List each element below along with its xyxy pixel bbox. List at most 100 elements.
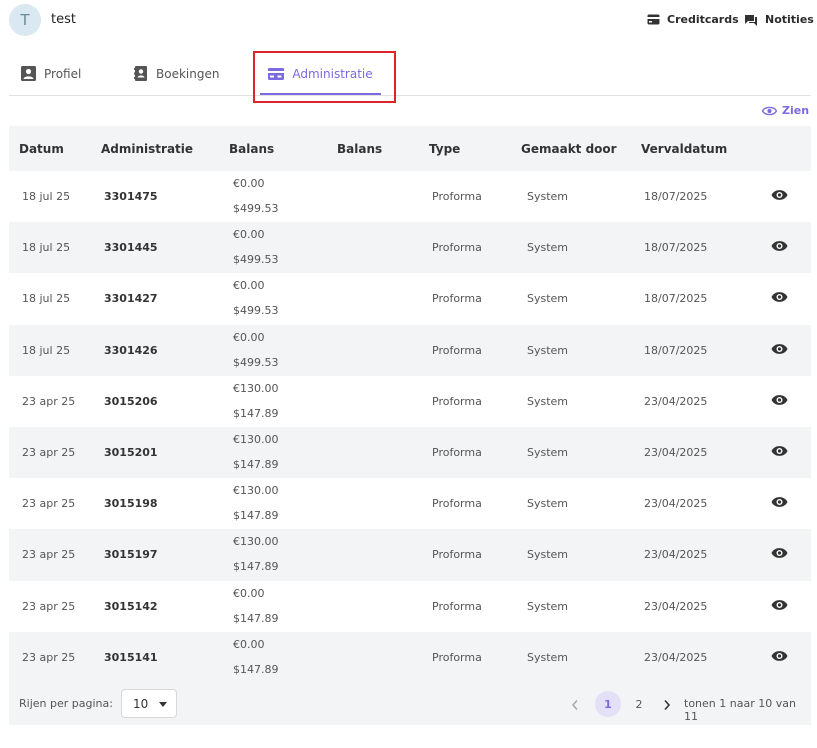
administration-number-cell: 3301475 [104,190,158,203]
date-cell: 23 apr 25 [22,394,76,408]
view-row-eye-icon[interactable] [771,599,788,614]
type-cell: Proforma [432,497,482,511]
table-row[interactable]: 23 apr 25 3015198 €130.00 $147.89 Profor… [9,478,811,529]
due-date-cell: 23/04/2025 [644,599,708,613]
view-row-eye-icon[interactable] [771,445,788,460]
view-row-eye-icon[interactable] [771,547,788,562]
column-header-balance-2[interactable]: Balans [337,142,382,156]
balance-usd-cell: $499.53 [233,304,279,318]
table-row[interactable]: 23 apr 25 3015197 €130.00 $147.89 Profor… [9,529,811,581]
administration-number-cell: 3301427 [104,292,158,306]
administration-number-cell: 3015201 [104,445,158,459]
balance-usd-cell: $147.89 [233,560,279,574]
caret-down-icon [159,702,167,707]
administration-number-cell: 3015206 [104,394,158,408]
type-cell: Proforma [432,548,482,562]
top-header: T test Creditcards Notities [0,0,817,44]
balance-eur-cell: €0.00 [233,586,265,600]
user-name: test [51,12,76,27]
next-page-chevron-icon[interactable] [663,696,671,715]
balance-usd-cell: $147.89 [233,406,279,420]
payment-card-icon [268,67,285,80]
view-row-eye-icon[interactable] [771,189,788,204]
table-row[interactable]: 18 jul 25 3301426 €0.00 $499.53 Proforma… [9,324,811,376]
date-cell: 18 jul 25 [22,292,71,306]
table-row[interactable]: 23 apr 25 3015142 €0.00 $147.89 Proforma… [9,581,811,632]
administration-table: Datum Administratie Balans Balans Type G… [9,126,811,683]
date-cell: 18 jul 25 [22,343,71,357]
column-header-administration[interactable]: Administratie [101,142,193,156]
column-header-balance[interactable]: Balans [229,142,274,156]
comment-icon [745,14,757,26]
table-row[interactable]: 23 apr 25 3015206 €130.00 $147.89 Profor… [9,376,811,427]
active-tab-indicator [260,93,381,95]
balance-eur-cell: €0.00 [233,330,265,344]
balance-eur-cell: €130.00 [233,535,279,549]
tab-profile-label: Profiel [44,66,82,81]
rows-per-page-label: Rijen per pagina: [19,697,113,710]
due-date-cell: 23/04/2025 [644,548,708,562]
type-cell: Proforma [432,445,482,459]
due-date-cell: 23/04/2025 [644,497,708,511]
created-by-cell: System [527,599,569,613]
notes-link[interactable]: Notities [744,13,814,26]
rows-per-page-select[interactable]: 10 [121,689,177,718]
view-row-eye-icon[interactable] [771,343,788,358]
table-row[interactable]: 18 jul 25 3301445 €0.00 $499.53 Proforma… [9,222,811,274]
balance-usd-cell: $147.89 [233,457,279,471]
type-cell: Proforma [432,394,482,408]
administration-number-cell: 3015142 [104,599,158,613]
column-header-type[interactable]: Type [429,142,460,156]
date-cell: 23 apr 25 [22,548,76,562]
column-header-date[interactable]: Datum [19,142,64,156]
view-row-eye-icon[interactable] [771,496,788,511]
view-row-eye-icon[interactable] [771,650,788,665]
balance-eur-cell: €0.00 [233,279,265,293]
type-cell: Proforma [432,190,482,203]
type-cell: Proforma [432,599,482,613]
due-date-cell: 18/07/2025 [644,343,708,357]
view-row-eye-icon[interactable] [771,291,788,306]
tab-bookings[interactable]: Boekingen [134,52,219,95]
tab-administration-label: Administratie [292,66,373,81]
table-header: Datum Administratie Balans Balans Type G… [9,126,811,171]
table-row[interactable]: 23 apr 25 3015141 €0.00 $147.89 Proforma… [9,631,811,683]
created-by-cell: System [527,548,569,562]
avatar[interactable]: T [9,4,41,36]
tab-administration[interactable]: Administratie [260,52,381,95]
tab-profile[interactable]: Profiel [21,52,81,95]
administration-number-cell: 3015198 [104,497,158,511]
administration-number-cell: 3301445 [104,241,158,255]
creditcards-link[interactable]: Creditcards [647,13,739,26]
created-by-cell: System [527,343,569,357]
balance-eur-cell: €130.00 [233,484,279,498]
balance-usd-cell: $499.53 [233,202,279,215]
column-header-due-date[interactable]: Vervaldatum [641,142,727,156]
balance-eur-cell: €130.00 [233,381,279,395]
type-cell: Proforma [432,292,482,306]
due-date-cell: 18/07/2025 [644,241,708,255]
due-date-cell: 18/07/2025 [644,190,708,203]
column-header-created-by[interactable]: Gemaakt door [521,142,617,156]
view-toggle[interactable]: Zien [762,104,809,117]
credit-card-icon [647,14,660,25]
table-footer: Rijen per pagina: 10 1 2 tonen 1 naar 10… [9,682,811,725]
view-row-eye-icon[interactable] [771,394,788,409]
type-cell: Proforma [432,241,482,255]
balance-usd-cell: $147.89 [233,662,279,676]
page-button-1[interactable]: 1 [595,691,621,717]
table-row[interactable]: 18 jul 25 3301475 €0.00 $499.53 Proforma… [9,171,811,222]
table-row[interactable]: 18 jul 25 3301427 €0.00 $499.53 Proforma… [9,273,811,324]
view-row-eye-icon[interactable] [771,240,788,255]
profile-icon [21,66,36,81]
date-cell: 23 apr 25 [22,497,76,511]
page-button-2[interactable]: 2 [626,691,652,717]
administration-number-cell: 3301426 [104,343,158,357]
balance-eur-cell: €0.00 [233,228,265,242]
due-date-cell: 23/04/2025 [644,650,708,664]
table-row[interactable]: 23 apr 25 3015201 €130.00 $147.89 Profor… [9,426,811,479]
created-by-cell: System [527,394,569,408]
date-cell: 23 apr 25 [22,599,76,613]
previous-page-chevron-icon[interactable] [571,696,579,715]
created-by-cell: System [527,241,569,255]
